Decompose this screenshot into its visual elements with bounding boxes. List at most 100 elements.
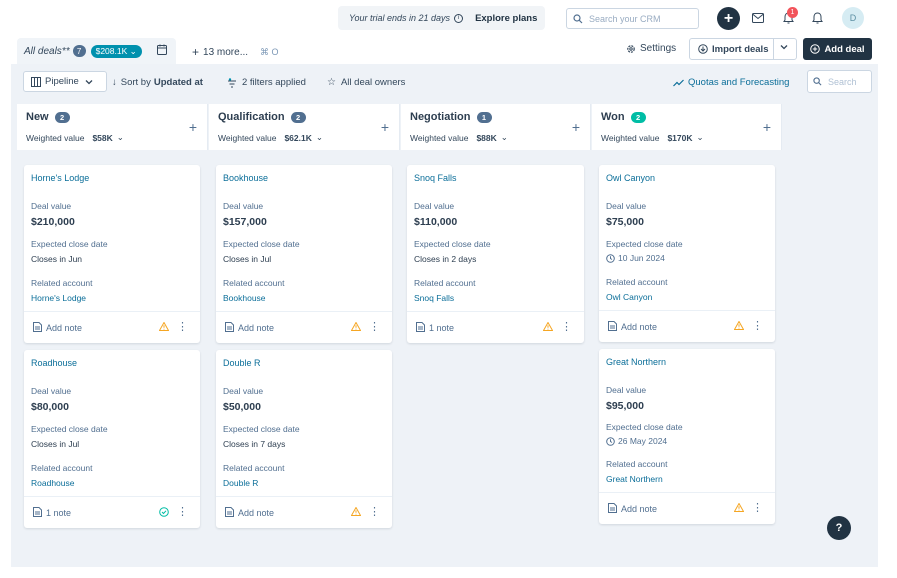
note-icon[interactable]: [33, 507, 42, 519]
note-button[interactable]: Add note: [621, 322, 657, 332]
add-deal-button[interactable]: Add deal: [803, 38, 872, 60]
weighted-amount: $170K: [667, 132, 693, 143]
quick-create-button[interactable]: +: [717, 7, 740, 30]
quotas-forecasting-link[interactable]: Quotas and Forecasting: [673, 77, 789, 88]
related-account-link[interactable]: Great Northern: [606, 474, 663, 484]
deal-name-link[interactable]: Owl Canyon: [606, 173, 655, 183]
note-icon[interactable]: [416, 322, 425, 334]
column-count-badge: 2: [54, 111, 70, 123]
deal-card[interactable]: Double R Deal value $50,000 Expected clo…: [216, 350, 392, 528]
warning-icon[interactable]: [158, 321, 170, 333]
deal-card[interactable]: Horne's Lodge Deal value $210,000 Expect…: [24, 165, 200, 343]
deal-name-link[interactable]: Bookhouse: [223, 173, 268, 183]
weighted-value-dropdown[interactable]: Weighted value $58K ⌄: [26, 132, 124, 143]
add-card-plus-icon[interactable]: +: [381, 119, 389, 135]
import-deals-button[interactable]: Import deals: [689, 38, 797, 60]
weighted-value-dropdown[interactable]: Weighted value $170K ⌄: [601, 132, 704, 143]
info-icon[interactable]: i: [454, 13, 464, 23]
note-icon[interactable]: [608, 503, 617, 515]
filters-button[interactable]: 2 filters applied: [227, 77, 306, 88]
deal-name-link[interactable]: Snoq Falls: [414, 173, 457, 183]
deal-card[interactable]: Bookhouse Deal value $157,000 Expected c…: [216, 165, 392, 343]
tab-all-deals[interactable]: All deals** 7 $208.1K ⌄: [17, 38, 176, 64]
warning-icon[interactable]: [542, 321, 554, 333]
note-button[interactable]: Add note: [621, 504, 657, 514]
more-options-icon[interactable]: ⋮: [752, 320, 763, 332]
note-button[interactable]: Add note: [46, 323, 82, 333]
related-account-link[interactable]: Snoq Falls: [414, 293, 454, 303]
related-account-link[interactable]: Bookhouse: [223, 293, 266, 303]
note-button[interactable]: Add note: [238, 508, 274, 518]
trial-banner: Your trial ends in 21 days i Explore pla…: [338, 6, 545, 30]
user-avatar[interactable]: D: [842, 7, 864, 29]
crm-search-input[interactable]: Search your CRM: [566, 8, 699, 29]
deal-owners-button[interactable]: ☆ All deal owners: [327, 77, 405, 88]
more-views-button[interactable]: + 13 more... ⌘ O: [192, 45, 279, 59]
check-status-icon[interactable]: [159, 507, 169, 519]
chevron-down-icon: [85, 79, 93, 84]
deal-card[interactable]: Owl Canyon Deal value $75,000 Expected c…: [599, 165, 775, 342]
weighted-amount: $88K: [476, 132, 497, 143]
related-account-link[interactable]: Horne's Lodge: [31, 293, 86, 303]
warning-icon[interactable]: [350, 321, 362, 333]
deal-name-link[interactable]: Roadhouse: [31, 358, 77, 368]
column-title: Negotiation 1: [410, 111, 492, 123]
crm-search-placeholder: Search your CRM: [589, 13, 661, 24]
more-options-icon[interactable]: ⋮: [177, 506, 188, 518]
close-date-text: 10 Jun 2024: [618, 253, 665, 263]
deal-value-label: Deal value: [606, 385, 647, 395]
deal-value-label: Deal value: [606, 201, 647, 211]
related-account-label: Related account: [223, 463, 285, 473]
add-card-plus-icon[interactable]: +: [763, 119, 771, 135]
calendar-icon[interactable]: [156, 44, 167, 58]
more-options-icon[interactable]: ⋮: [369, 321, 380, 333]
add-card-plus-icon[interactable]: +: [572, 119, 580, 135]
more-options-icon[interactable]: ⋮: [752, 502, 763, 514]
deal-name-link[interactable]: Great Northern: [606, 357, 666, 367]
explore-plans-button[interactable]: Explore plans: [475, 13, 537, 24]
deal-card[interactable]: Snoq Falls Deal value $110,000 Expected …: [407, 165, 584, 343]
board-search-input[interactable]: Search: [807, 70, 872, 93]
top-navigation-bar: Your trial ends in 21 days i Explore pla…: [0, 0, 897, 36]
deal-name-link[interactable]: Double R: [223, 358, 261, 368]
clock-icon: [606, 436, 615, 446]
deal-value: $110,000: [414, 216, 458, 228]
keyboard-shortcut: ⌘ O: [260, 46, 279, 57]
note-button[interactable]: 1 note: [46, 508, 71, 518]
deal-name-link[interactable]: Horne's Lodge: [31, 173, 89, 183]
deal-card[interactable]: Roadhouse Deal value $80,000 Expected cl…: [24, 350, 200, 528]
help-button[interactable]: ?: [827, 516, 851, 540]
view-value-badge[interactable]: $208.1K ⌄: [90, 44, 142, 58]
column-header-negotiation: Negotiation 1 Weighted value $88K ⌄ +: [401, 104, 591, 150]
warning-icon[interactable]: [733, 320, 745, 332]
related-account-label: Related account: [31, 463, 93, 473]
note-button[interactable]: Add note: [238, 323, 274, 333]
related-account-link[interactable]: Owl Canyon: [606, 292, 652, 302]
note-icon[interactable]: [608, 321, 617, 333]
note-icon[interactable]: [225, 322, 234, 334]
weighted-value-dropdown[interactable]: Weighted value $88K ⌄: [410, 132, 508, 143]
import-icon: [698, 44, 708, 54]
settings-button[interactable]: Settings: [626, 43, 676, 54]
warning-icon[interactable]: [350, 506, 362, 518]
mail-icon[interactable]: [750, 10, 766, 26]
column-title-text: Qualification: [218, 111, 285, 123]
deal-value: $210,000: [31, 216, 75, 228]
bell-icon[interactable]: [809, 10, 825, 26]
more-options-icon[interactable]: ⋮: [177, 321, 188, 333]
related-account-link[interactable]: Roadhouse: [31, 478, 74, 488]
weighted-value-dropdown[interactable]: Weighted value $62.1K ⌄: [218, 132, 323, 143]
add-card-plus-icon[interactable]: +: [189, 119, 197, 135]
note-button[interactable]: 1 note: [429, 323, 454, 333]
note-icon[interactable]: [225, 507, 234, 519]
related-account-link[interactable]: Double R: [223, 478, 258, 488]
more-options-icon[interactable]: ⋮: [561, 321, 572, 333]
sort-button[interactable]: ↓ Sort by Updated at: [112, 77, 203, 88]
warning-icon[interactable]: [733, 502, 745, 514]
more-options-icon[interactable]: ⋮: [369, 506, 380, 518]
card-divider: [599, 492, 775, 493]
note-icon[interactable]: [33, 322, 42, 334]
pipeline-selector[interactable]: Pipeline: [23, 71, 107, 92]
chevron-down-icon[interactable]: [780, 43, 788, 54]
deal-card[interactable]: Great Northern Deal value $95,000 Expect…: [599, 349, 775, 524]
